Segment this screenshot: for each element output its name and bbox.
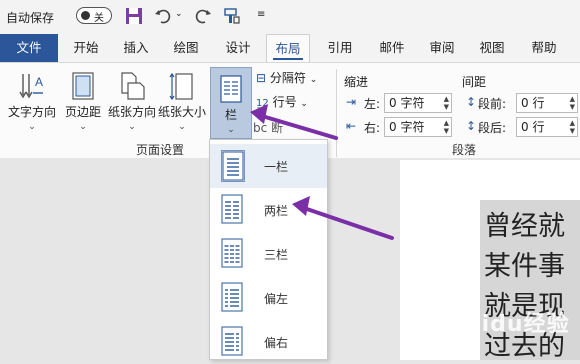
column-option-one[interactable]: 一栏 bbox=[210, 144, 327, 188]
columns-label: 栏 bbox=[224, 108, 237, 122]
indent-right-label: 右: bbox=[364, 121, 381, 135]
indent-left-input[interactable]: 0 字符 ▲ ▼ bbox=[384, 93, 452, 113]
tab-design[interactable]: 设计 bbox=[216, 34, 260, 62]
chevron-down-icon: ⌄ bbox=[178, 122, 186, 132]
spinner-arrows-icon[interactable]: ▲ ▼ bbox=[444, 119, 449, 135]
breaks-icon: ⊟ bbox=[256, 71, 267, 85]
spacing-before-icon: ↕ bbox=[466, 95, 477, 109]
indent-left-value: 0 字符 bbox=[389, 96, 425, 110]
tab-view[interactable]: 视图 bbox=[470, 34, 514, 62]
indent-left-icon: ⇥ bbox=[346, 95, 357, 109]
spacing-after-icon: ↕ bbox=[466, 119, 477, 133]
indent-right-value: 0 字符 bbox=[389, 120, 425, 134]
spacing-heading: 间距 bbox=[462, 75, 487, 89]
indent-left-label: 左: bbox=[364, 97, 381, 111]
text-direction-label: 文字方向 bbox=[7, 105, 56, 119]
columns-icon bbox=[220, 75, 242, 103]
undo-dropdown-icon[interactable]: ⌄ bbox=[175, 9, 195, 29]
text-direction-button[interactable]: A 文字方向 ⌄ bbox=[6, 69, 58, 139]
margins-label: 页边距 bbox=[64, 105, 101, 119]
tab-mailings[interactable]: 邮件 bbox=[370, 34, 414, 62]
paper-size-icon bbox=[169, 72, 193, 101]
spacing-before-value: 0 行 bbox=[521, 96, 545, 110]
tab-insert[interactable]: 插入 bbox=[114, 34, 158, 62]
tab-home[interactable]: 开始 bbox=[64, 34, 108, 62]
hyphenation-button[interactable]: bc 断 bbox=[253, 119, 283, 136]
column-option-two[interactable]: 两栏 bbox=[210, 188, 327, 232]
size-button[interactable]: 纸张大小 ⌄ bbox=[156, 69, 208, 139]
spinner-arrows-icon[interactable]: ▲ ▼ bbox=[444, 95, 449, 111]
group-divider bbox=[336, 69, 337, 157]
breaks-label: 分隔符 bbox=[269, 71, 306, 85]
two-columns-icon bbox=[221, 194, 243, 224]
tab-review[interactable]: 审阅 bbox=[420, 34, 464, 62]
svg-text:A: A bbox=[35, 75, 43, 89]
document-line: 曾经就 bbox=[484, 211, 565, 242]
spacing-after-value: 0 行 bbox=[521, 120, 545, 134]
margins-icon bbox=[72, 72, 94, 100]
tab-draw[interactable]: 绘图 bbox=[164, 34, 208, 62]
spacing-before-label: 段前: bbox=[478, 97, 507, 111]
chevron-down-icon: ⌄ bbox=[227, 125, 235, 135]
tab-layout[interactable]: 布局 bbox=[266, 34, 310, 62]
breaks-button[interactable]: ⊟ 分隔符 ⌄ bbox=[256, 69, 317, 86]
indent-right-icon: ⇤ bbox=[346, 119, 357, 133]
ribbon-tabs: 文件 开始 插入 绘图 设计 布局 引用 邮件 审阅 视图 帮助 bbox=[0, 34, 580, 62]
undo-icon[interactable] bbox=[153, 6, 173, 26]
chevron-down-icon: ⌄ bbox=[28, 122, 36, 132]
columns-dropdown-menu: 一栏 两栏 三栏 偏左 偏右 bbox=[209, 139, 328, 360]
left-column-icon bbox=[221, 282, 243, 312]
spacing-after-input[interactable]: 0 行 ▲ ▼ bbox=[516, 117, 578, 137]
column-option-label: 偏左 bbox=[264, 292, 289, 306]
save-icon[interactable] bbox=[124, 6, 144, 26]
autosave-toggle[interactable]: 关 bbox=[76, 7, 112, 24]
tab-references[interactable]: 引用 bbox=[318, 34, 362, 62]
indent-right-input[interactable]: 0 字符 ▲ ▼ bbox=[384, 117, 452, 137]
hyphenation-icon: bc bbox=[253, 121, 268, 135]
autosave-state: 关 bbox=[94, 13, 104, 24]
toggle-knob bbox=[81, 11, 90, 20]
page-setup-group-label: 页面设置 bbox=[136, 143, 185, 157]
quick-access-toolbar: 自动保存 关 ⌄ ≡ bbox=[0, 0, 580, 34]
three-columns-icon bbox=[221, 238, 243, 268]
document-line: 某件事 bbox=[484, 251, 565, 282]
column-option-three[interactable]: 三栏 bbox=[210, 232, 327, 276]
spinner-arrows-icon[interactable]: ▲ ▼ bbox=[570, 95, 575, 111]
hyphenation-label: 断 bbox=[271, 121, 284, 135]
tab-file[interactable]: 文件 bbox=[0, 34, 58, 62]
indent-heading: 缩进 bbox=[344, 75, 369, 89]
column-option-label: 偏右 bbox=[264, 336, 289, 350]
right-column-icon bbox=[221, 326, 243, 356]
one-column-icon bbox=[221, 150, 245, 182]
margins-button[interactable]: 页边距 ⌄ bbox=[60, 69, 106, 139]
chevron-down-icon: ⌄ bbox=[128, 122, 136, 132]
column-option-right[interactable]: 偏右 bbox=[210, 320, 327, 364]
column-option-label: 一栏 bbox=[264, 160, 289, 174]
redo-icon[interactable] bbox=[193, 6, 213, 26]
spacing-before-input[interactable]: 0 行 ▲ ▼ bbox=[516, 93, 578, 113]
size-label: 纸张大小 bbox=[157, 105, 206, 119]
watermark-logo: Baidu经验 bbox=[448, 312, 570, 337]
column-option-left[interactable]: 偏左 bbox=[210, 276, 327, 320]
line-numbers-icon: 1̲2 bbox=[256, 98, 269, 109]
orientation-button[interactable]: 纸张方向 ⌄ bbox=[106, 69, 158, 139]
autosave-label: 自动保存 bbox=[6, 11, 55, 25]
format-painter-icon[interactable] bbox=[222, 6, 242, 26]
spinner-arrows-icon[interactable]: ▲ ▼ bbox=[570, 119, 575, 135]
text-direction-icon: A bbox=[19, 74, 43, 99]
line-numbers-button[interactable]: 1̲2 行号 ⌄ bbox=[256, 93, 308, 110]
line-numbers-label: 行号 bbox=[272, 95, 297, 109]
orientation-icon bbox=[121, 72, 145, 100]
chevron-down-icon: ⌄ bbox=[79, 122, 87, 132]
column-option-label: 两栏 bbox=[264, 204, 289, 218]
customize-qat-icon[interactable]: ≡ bbox=[257, 9, 277, 29]
tab-help[interactable]: 帮助 bbox=[522, 34, 566, 62]
orientation-label: 纸张方向 bbox=[107, 105, 156, 119]
paragraph-group-label: 段落 bbox=[452, 143, 477, 157]
columns-button[interactable]: 栏 ⌄ bbox=[210, 67, 252, 139]
column-option-label: 三栏 bbox=[264, 248, 289, 262]
spacing-after-label: 段后: bbox=[478, 121, 507, 135]
